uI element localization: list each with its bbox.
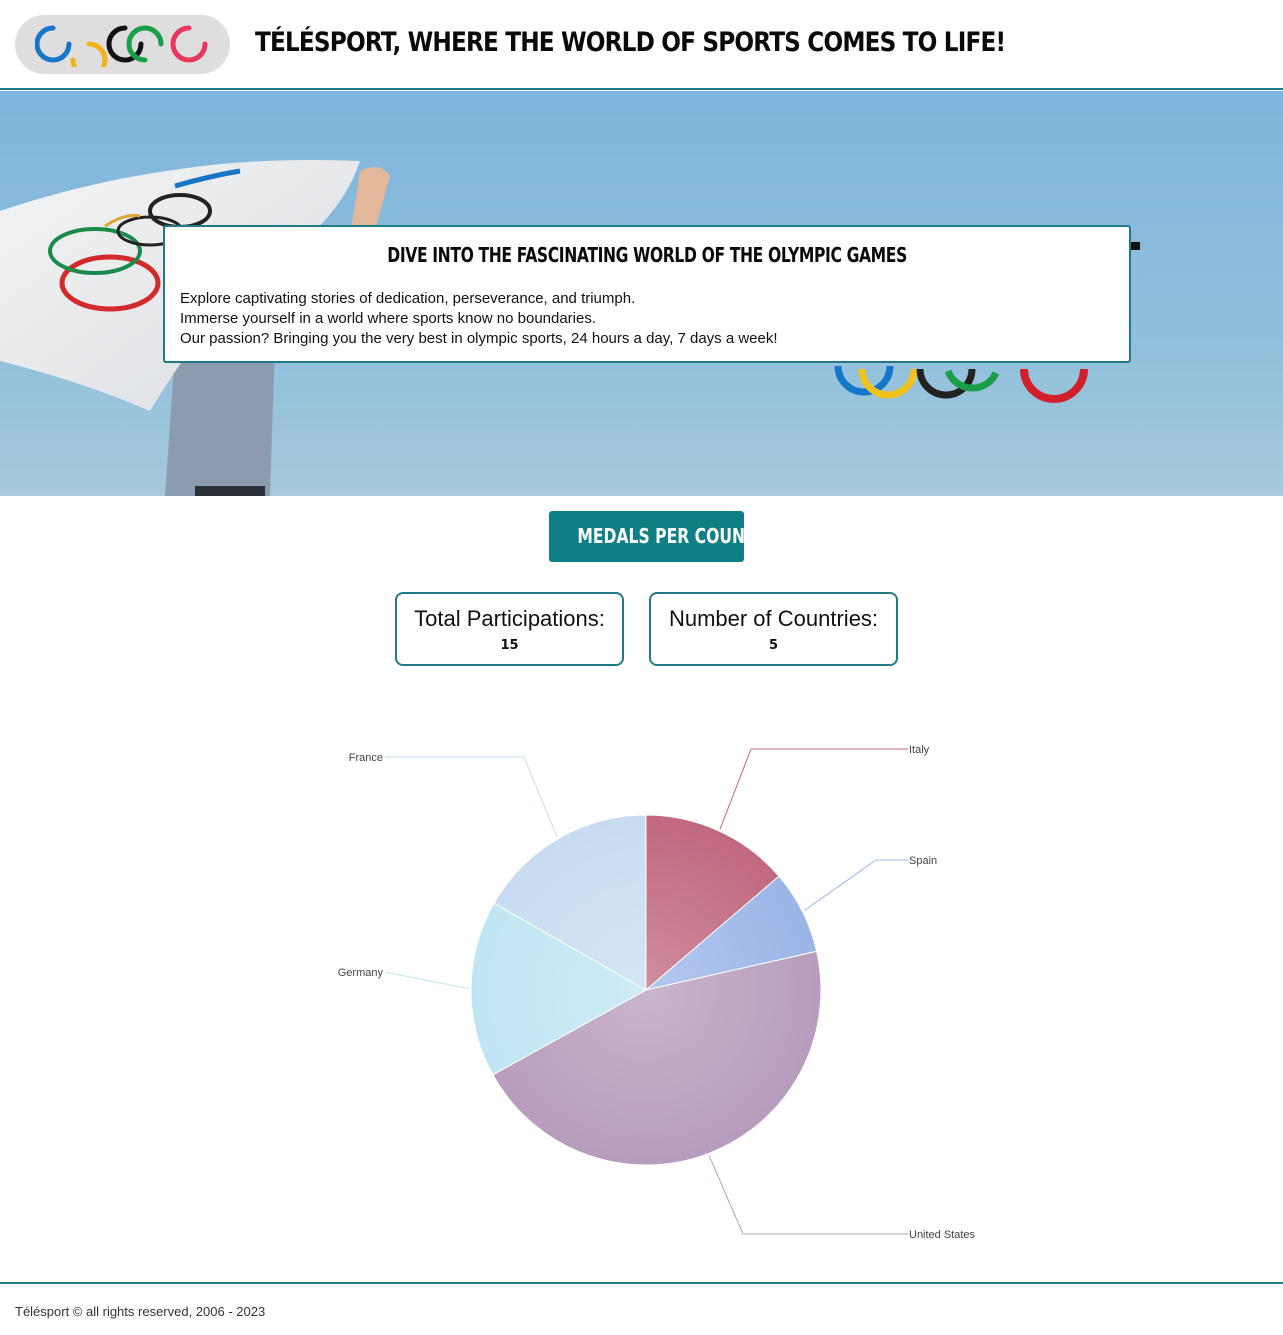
medals-pie-chart: Italy Spain United States Germany France [338,744,976,1241]
hero-description: Explore captivating stories of dedicatio… [180,289,778,349]
site-header: Télésport, where the world of sports com… [0,0,1283,90]
pie-leader-line [803,859,908,912]
site-footer: Télésport © all rights reserved, 2006 - … [0,1282,1283,1335]
pie-leader-line [708,1155,908,1235]
hero-line: Explore captivating stories of dedicatio… [180,290,636,307]
number-of-countries-card: Number of Countries: 5 [649,592,898,666]
olympic-rings-icon [35,25,208,67]
pie-label: Germany [338,967,384,979]
site-title: Télésport, where the world of sports com… [255,27,1006,58]
stat-label: Number of Countries: [668,606,879,631]
hero-line: Immerse yourself in a world where sports… [180,310,597,327]
stat-value: 5 [768,638,779,653]
copyright-text: Télésport © all rights reserved, 2006 - … [15,1304,266,1319]
pie-label: United States [909,1229,976,1241]
stat-value: 15 [500,638,519,653]
hero-heading: Dive into the fascinating world of the O… [387,243,907,267]
pie-label: Italy [909,744,930,756]
pie-label: France [349,752,383,764]
pie-leader-line [384,971,470,990]
hero-line: Our passion? Bringing you the very best … [180,330,778,347]
hero-card: Dive into the fascinating world of the O… [163,225,1131,363]
pie-leader-line [385,756,558,838]
pie-leader-line [719,748,908,830]
medals-per-country-title: Medals per country [549,511,778,562]
stat-label: Total Participations: [414,606,605,631]
total-participations-card: Total Participations: 15 [395,592,624,666]
logo[interactable] [15,15,230,74]
pie-label: Spain [909,855,937,867]
hero-banner: Dive into the fascinating world of the O… [0,91,1283,496]
